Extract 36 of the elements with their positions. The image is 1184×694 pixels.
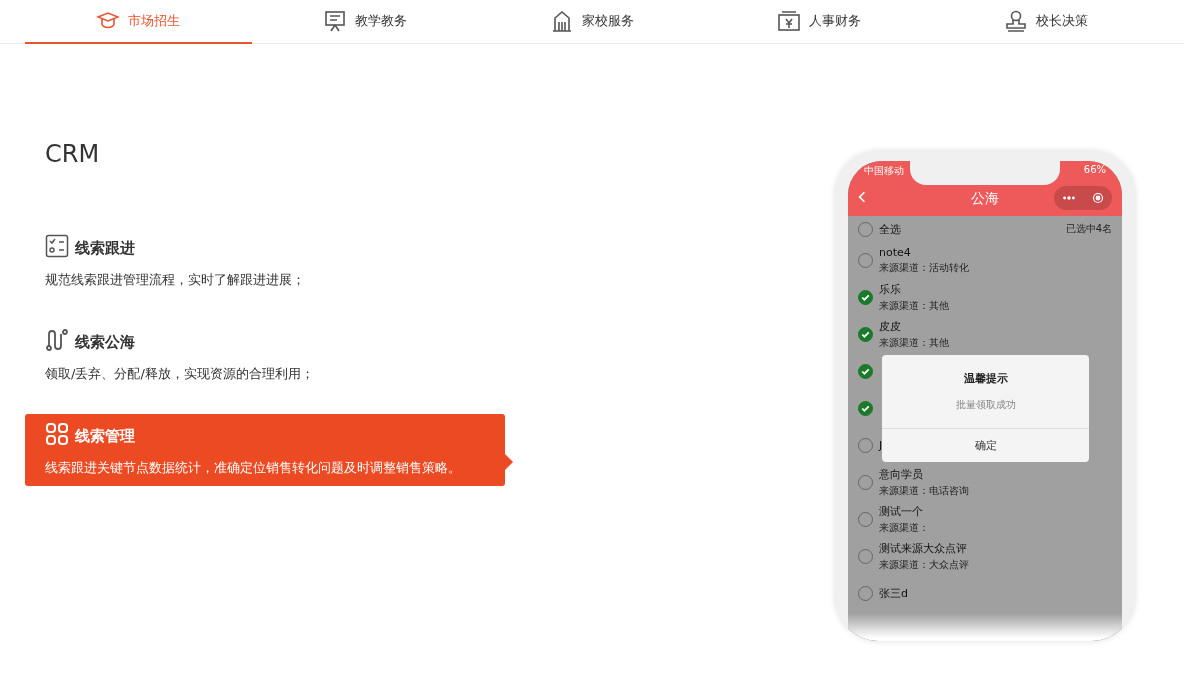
confirm-button[interactable]: 确定 [882, 428, 1089, 462]
nav-tab[interactable]: 人事财务 [705, 0, 933, 44]
feature-description: 线索跟进关键节点数据统计，准确定位销售转化问题及时调整销售策略。 [45, 459, 462, 477]
feature-description: 领取/丢弃、分配/释放，实现资源的合理利用； [45, 365, 315, 383]
lead-name: 测试来源大众点评 [879, 541, 968, 556]
nav-tab[interactable]: 市场招生 [25, 0, 252, 44]
selected-count: 已选中4名 [1065, 222, 1112, 236]
dialog-title: 温馨提示 [963, 371, 1008, 386]
lead-source: 来源渠道：其他 [879, 299, 949, 313]
lead-name: J [879, 439, 883, 452]
feature-title: 线索公海 [75, 333, 135, 352]
lead-name: 意向学员 [879, 467, 924, 482]
select-all-label: 全选 [879, 221, 901, 237]
lead-source: 来源渠道：其他 [879, 336, 949, 350]
feature-item[interactable]: 线索公海 领取/丢弃、分配/释放，实现资源的合理利用； [25, 320, 505, 390]
battery-label: 66% [1083, 164, 1106, 177]
lead-name: 乐乐 [879, 282, 902, 297]
feature-title: 线索管理 [75, 427, 135, 446]
lead-source: 来源渠道：电话咨询 [879, 484, 969, 498]
section-title: CRM [45, 140, 101, 168]
nav-tab[interactable]: 教学教务 [251, 0, 479, 44]
dialog-message: 批量领取成功 [955, 398, 1016, 412]
feature-item[interactable]: 线索跟进 规范线索跟进管理流程，实时了解跟进进展； [25, 226, 505, 296]
lead-name: 测试一个 [879, 504, 924, 519]
nav-tab[interactable]: 校长决策 [932, 0, 1159, 44]
feature-description: 规范线索跟进管理流程，实时了解跟进进展； [45, 271, 306, 289]
nav-tab[interactable]: 家校服务 [478, 0, 706, 44]
lead-source: 来源渠道： [879, 521, 929, 535]
lead-name: 张三d [879, 586, 908, 601]
lead-source: 来源渠道：大众点评 [879, 558, 969, 572]
lead-name: 皮皮 [879, 319, 902, 334]
lead-name: note4 [879, 246, 912, 259]
lead-source: 来源渠道：活动转化 [879, 261, 969, 275]
carrier-label: 中国移动 [864, 164, 904, 178]
feature-title: 线索跟进 [75, 239, 135, 258]
screen-title: 公海 [971, 190, 999, 208]
